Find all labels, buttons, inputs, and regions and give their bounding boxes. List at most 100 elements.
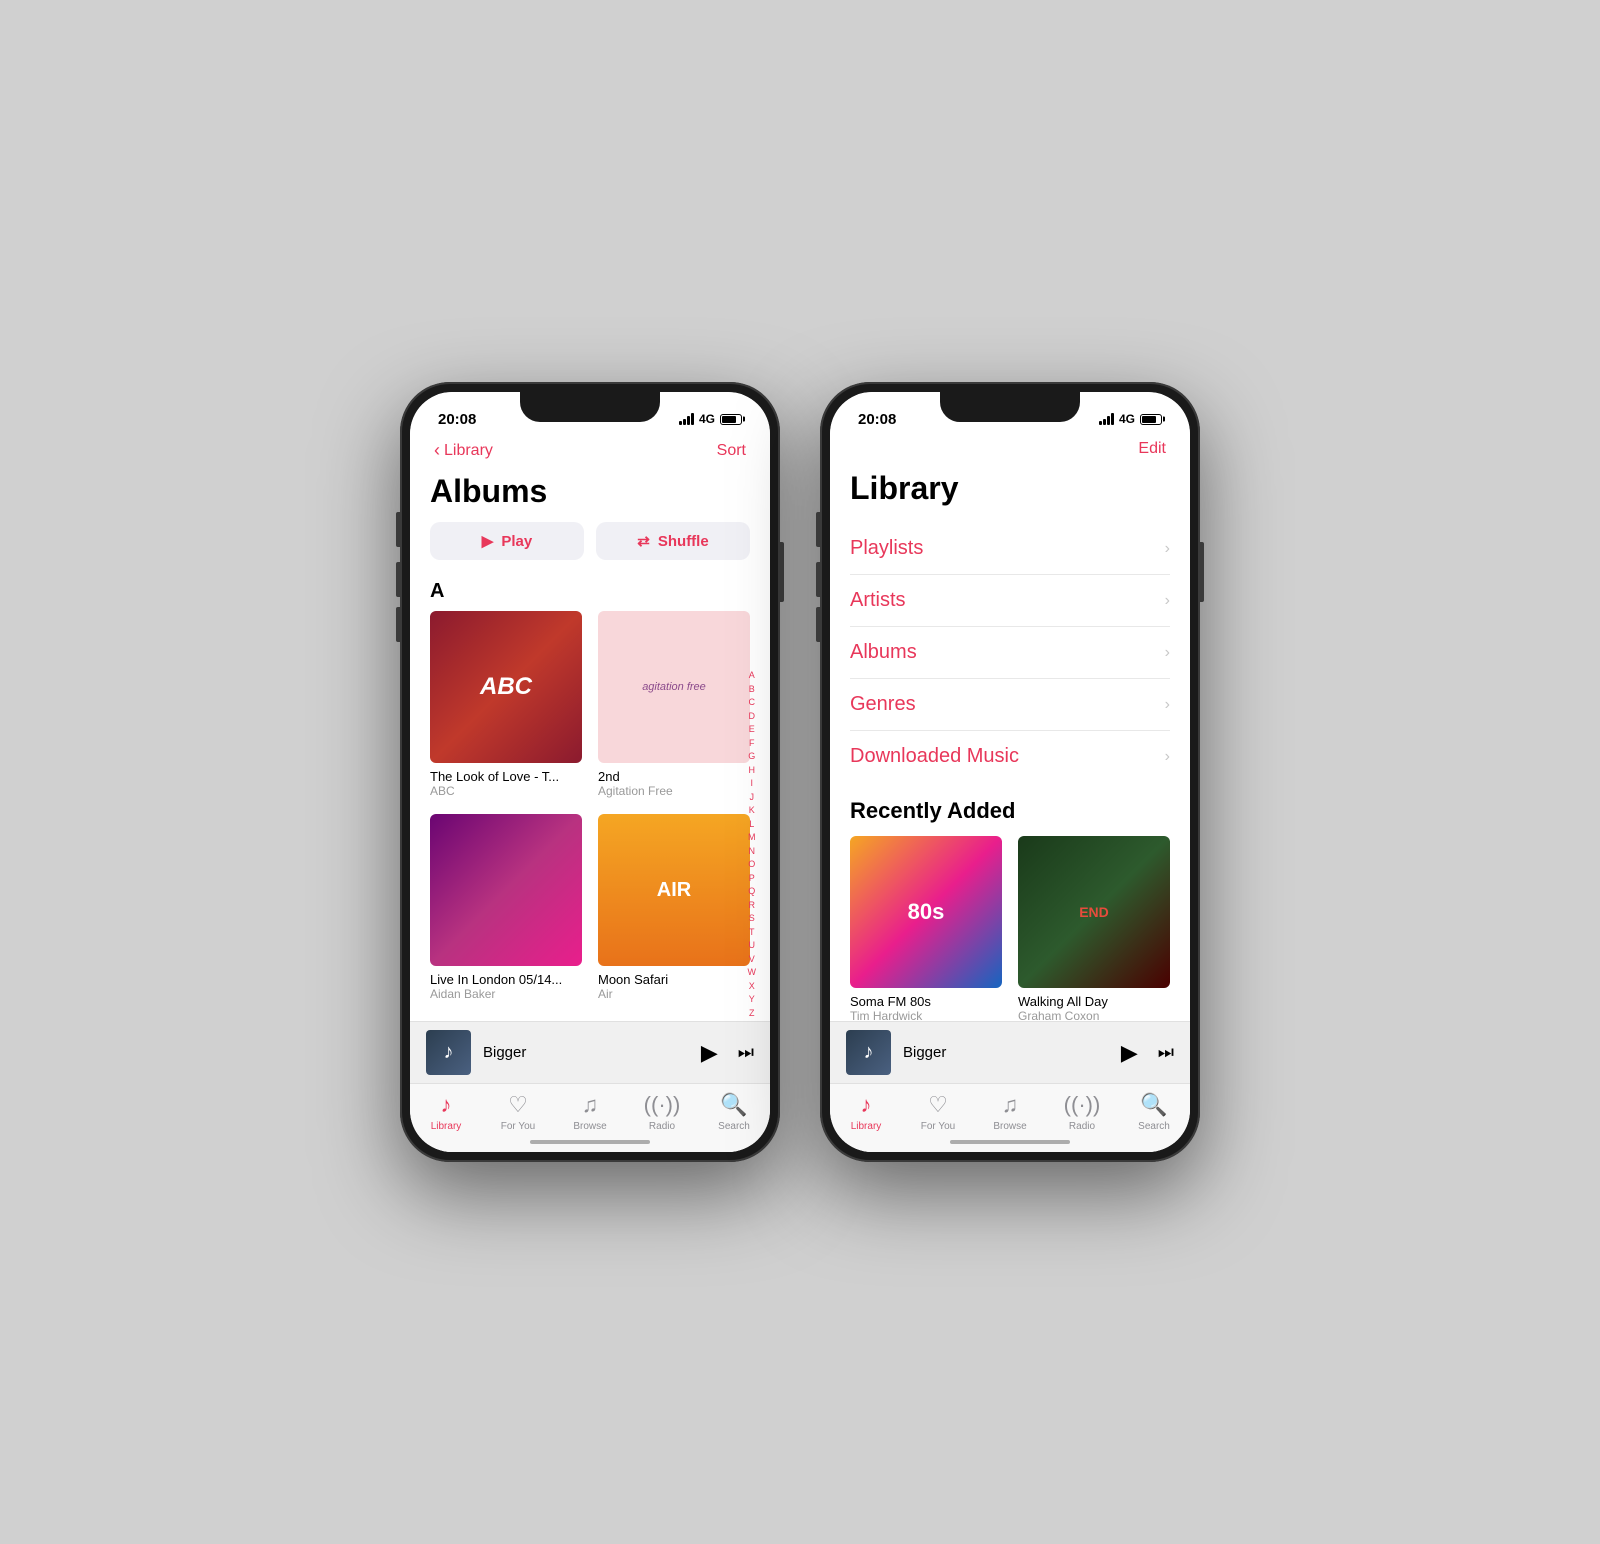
album-artist-moon: Air (598, 987, 750, 1001)
library-item-playlists[interactable]: Playlists › (850, 523, 1170, 575)
recently-art-soma (850, 836, 1002, 988)
tab-library-1[interactable]: ♪ Library (410, 1092, 482, 1132)
album-item-live[interactable]: Live In London 05/14... Aidan Baker (430, 814, 582, 1001)
phone-1: 20:08 4G ‹ L (400, 382, 780, 1162)
library-nav: Edit (830, 436, 1190, 466)
library-title: Library (830, 466, 1190, 523)
search-icon-1: 🔍 (720, 1092, 747, 1118)
library-page-content: Library Playlists › Artists › Albums › (830, 466, 1190, 1021)
section-a-header: A (410, 576, 770, 611)
mini-play-button-1[interactable]: ▶ (701, 1040, 718, 1066)
home-indicator-2 (950, 1140, 1070, 1144)
genres-label: Genres (850, 693, 916, 716)
phone-2: 20:08 4G Edit (820, 382, 1200, 1162)
shuffle-label: Shuffle (658, 533, 709, 550)
recently-artist-walking: Graham Coxon (1018, 1009, 1170, 1021)
mini-player-2[interactable]: Bigger ▶ ⏭ (830, 1021, 1190, 1083)
nav-bar-1: ‹ Library Sort (410, 436, 770, 469)
tab-library-2[interactable]: ♪ Library (830, 1092, 902, 1132)
album-art-moon (598, 814, 750, 966)
mini-track-name-1: Bigger (483, 1044, 689, 1061)
browse-icon-1: ♫ (582, 1092, 599, 1118)
browse-icon-2: ♫ (1002, 1092, 1019, 1118)
status-icons-2: 4G (1099, 412, 1162, 426)
notch-2 (940, 392, 1080, 422)
mini-play-button-2[interactable]: ▶ (1121, 1040, 1138, 1066)
back-button-1[interactable]: ‹ Library (434, 440, 493, 461)
tab-search-label-1: Search (718, 1121, 750, 1132)
album-title-abc: The Look of Love - T... (430, 769, 582, 784)
album-artist-live: Aidan Baker (430, 987, 582, 1001)
mini-player-1[interactable]: Bigger ▶ ⏭ (410, 1021, 770, 1083)
mini-controls-2: ▶ ⏭ (1121, 1040, 1174, 1066)
mini-track-name-2: Bigger (903, 1044, 1109, 1061)
signal-icon-1 (679, 413, 694, 425)
recently-item-soma[interactable]: Soma FM 80s Tim Hardwick (850, 836, 1002, 1021)
shuffle-icon: ⇄ (637, 532, 650, 550)
tab-search-2[interactable]: 🔍 Search (1118, 1092, 1190, 1132)
library-item-downloaded[interactable]: Downloaded Music › (850, 731, 1170, 782)
recently-title-walking: Walking All Day (1018, 994, 1170, 1009)
tab-foryou-label-2: For You (921, 1121, 955, 1132)
recently-title-soma: Soma FM 80s (850, 994, 1002, 1009)
downloaded-chevron-icon: › (1165, 748, 1170, 766)
tab-search-label-2: Search (1138, 1121, 1170, 1132)
home-indicator-1 (530, 1140, 650, 1144)
album-item-agitation[interactable]: 2nd Agitation Free (598, 611, 750, 798)
recently-item-walking[interactable]: Walking All Day Graham Coxon (1018, 836, 1170, 1021)
album-art-abc (430, 611, 582, 763)
tab-browse-label-1: Browse (573, 1121, 606, 1132)
mini-skip-button-1[interactable]: ⏭ (738, 1042, 754, 1063)
album-artist-agitation: Agitation Free (598, 784, 750, 798)
recently-art-walking (1018, 836, 1170, 988)
network-label-2: 4G (1119, 412, 1135, 426)
library-list: Playlists › Artists › Albums › Genres › (830, 523, 1190, 782)
tab-browse-1[interactable]: ♫ Browse (554, 1092, 626, 1132)
tab-radio-label-2: Radio (1069, 1121, 1095, 1132)
albums-page-content: Albums ▶ Play ⇄ Shuffle A (410, 469, 770, 1021)
tab-radio-label-1: Radio (649, 1121, 675, 1132)
tab-search-1[interactable]: 🔍 Search (698, 1092, 770, 1132)
heart-icon-1: ♡ (508, 1092, 528, 1118)
recently-added-grid: Soma FM 80s Tim Hardwick Walking All Day… (830, 836, 1190, 1021)
library-item-artists[interactable]: Artists › (850, 575, 1170, 627)
album-item-abc[interactable]: The Look of Love - T... ABC (430, 611, 582, 798)
tab-radio-2[interactable]: ((·)) Radio (1046, 1092, 1118, 1132)
album-item-moon[interactable]: Moon Safari Air (598, 814, 750, 1001)
playlists-chevron-icon: › (1165, 540, 1170, 558)
tab-foryou-1[interactable]: ♡ For You (482, 1092, 554, 1132)
signal-icon-2 (1099, 413, 1114, 425)
album-art-live (430, 814, 582, 966)
tab-radio-1[interactable]: ((·)) Radio (626, 1092, 698, 1132)
battery-icon-1 (720, 414, 742, 425)
album-title-live: Live In London 05/14... (430, 972, 582, 987)
tab-library-label-2: Library (851, 1121, 882, 1132)
mini-album-art-2 (846, 1030, 891, 1075)
tab-foryou-label-1: For You (501, 1121, 535, 1132)
alphabet-sidebar[interactable]: A B C D E F G H I J K L M N O P Q (748, 669, 757, 1021)
library-item-genres[interactable]: Genres › (850, 679, 1170, 731)
artists-label: Artists (850, 589, 906, 612)
shuffle-button[interactable]: ⇄ Shuffle (596, 522, 750, 560)
tab-library-label-1: Library (431, 1121, 462, 1132)
recently-added-header: Recently Added (830, 782, 1190, 836)
play-button[interactable]: ▶ Play (430, 522, 584, 560)
back-label-1: Library (444, 442, 493, 460)
albums-label: Albums (850, 641, 917, 664)
search-icon-2: 🔍 (1140, 1092, 1167, 1118)
heart-icon-2: ♡ (928, 1092, 948, 1118)
edit-button[interactable]: Edit (1138, 440, 1166, 458)
tab-foryou-2[interactable]: ♡ For You (902, 1092, 974, 1132)
mini-skip-button-2[interactable]: ⏭ (1158, 1042, 1174, 1063)
downloaded-label: Downloaded Music (850, 745, 1019, 768)
notch (520, 392, 660, 422)
sort-button[interactable]: Sort (717, 442, 746, 460)
radio-icon-1: ((·)) (644, 1092, 681, 1118)
tab-browse-2[interactable]: ♫ Browse (974, 1092, 1046, 1132)
chevron-left-icon-1: ‹ (434, 440, 440, 461)
library-item-albums[interactable]: Albums › (850, 627, 1170, 679)
mini-album-art-1 (426, 1030, 471, 1075)
album-art-agitation (598, 611, 750, 763)
album-artist-abc: ABC (430, 784, 582, 798)
status-time-2: 20:08 (858, 411, 896, 428)
